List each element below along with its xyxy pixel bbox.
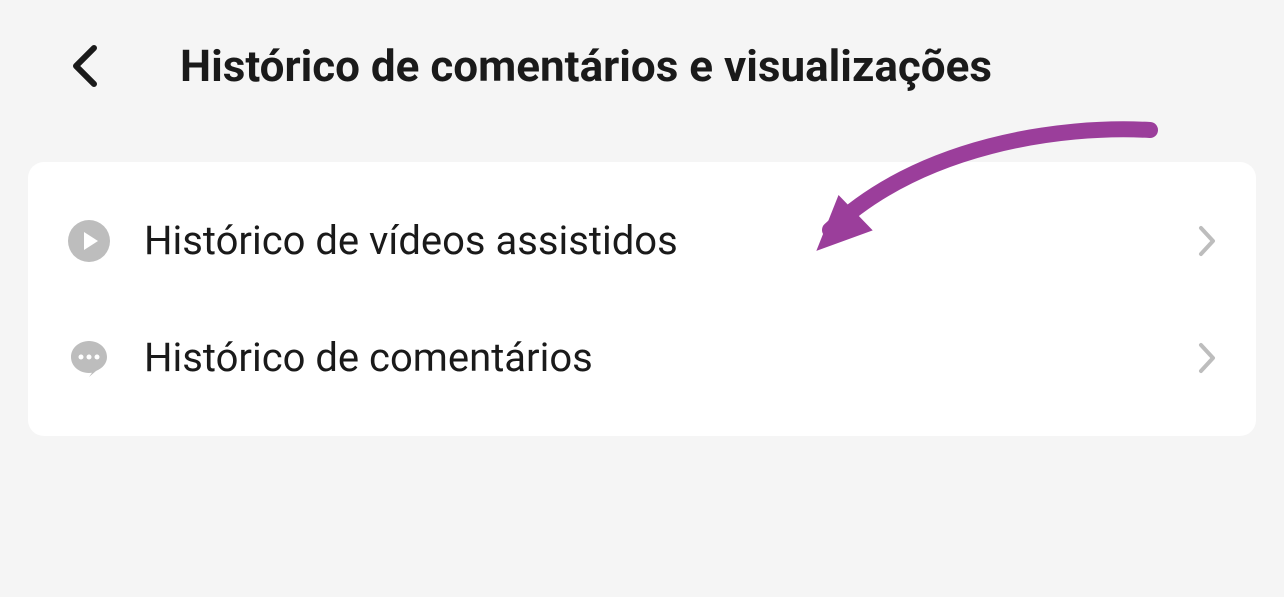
play-icon [68,220,110,262]
chevron-right-icon [1198,342,1216,374]
page-title: Histórico de comentários e visualizações [180,40,992,92]
chevron-left-icon [72,44,98,88]
watch-history-item[interactable]: Histórico de vídeos assistidos [28,182,1256,299]
comment-icon [68,337,110,379]
header: Histórico de comentários e visualizações [0,0,1284,132]
comment-history-item[interactable]: Histórico de comentários [28,299,1256,416]
back-button[interactable] [60,41,110,91]
item-label: Histórico de comentários [144,334,1198,381]
item-label: Histórico de vídeos assistidos [144,217,1198,264]
settings-card: Histórico de vídeos assistidos Histórico… [28,162,1256,436]
chevron-right-icon [1198,225,1216,257]
